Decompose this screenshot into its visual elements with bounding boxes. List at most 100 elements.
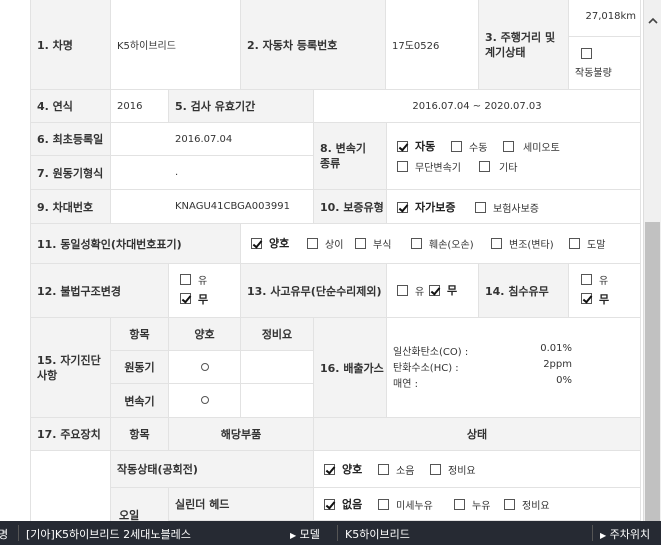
leak-minor-checkbox[interactable] — [378, 499, 389, 510]
identity-good-checkbox[interactable] — [251, 238, 262, 249]
good-mark-icon — [201, 363, 209, 371]
self-diag-transmission-repair — [241, 384, 314, 418]
warranty-options: 자가보증 보험사보증 — [387, 190, 641, 224]
mileage-value: 27,018km — [585, 11, 636, 22]
model-value: K5하이브리드 — [345, 528, 410, 541]
trans-manual-checkbox[interactable] — [451, 141, 462, 152]
motor-type-value: . — [111, 156, 314, 190]
idle-status-options: 양호 소음 정비요 — [314, 451, 641, 488]
leak-yes-label: 누유 — [472, 501, 491, 512]
bar-divider — [592, 525, 593, 541]
emission-values: 일산화탄소(CO) : 0.01% 탄화수소(HC) : 2ppm 매연 : 0… — [387, 318, 641, 418]
inspection-period-value: 2016.07.04 ~ 2020.07.03 — [314, 90, 641, 123]
self-diag-engine-repair — [241, 351, 314, 384]
trans-auto-label: 자동 — [415, 140, 436, 153]
flood-options: 유 무 — [569, 264, 641, 318]
car-name-value: K5하이브리드 — [111, 0, 241, 90]
trans-manual-label: 수동 — [469, 143, 488, 154]
scrollbar-thumb[interactable] — [645, 222, 660, 521]
trans-auto-checkbox[interactable] — [397, 141, 408, 152]
main-devices-state-header: 상태 — [314, 418, 641, 451]
self-diag-item-header: 항목 — [111, 318, 169, 351]
self-diagnosis-label: 15. 자기진단 사항 — [31, 318, 111, 418]
scroll-up-arrow-icon[interactable] — [644, 0, 661, 40]
model-year-label: 4. 연식 — [31, 90, 111, 123]
trans-cvt-checkbox[interactable] — [397, 161, 408, 172]
illegal-no-checkbox[interactable] — [180, 293, 191, 304]
warranty-insurer-checkbox[interactable] — [475, 202, 486, 213]
idle-noise-checkbox[interactable] — [378, 464, 389, 475]
reg-number-value: 17도0526 — [386, 0, 479, 90]
bar-divider — [18, 525, 19, 541]
self-diag-engine-good — [169, 351, 241, 384]
gauge-status-cell: 작동불량 — [569, 37, 641, 90]
identity-corrosion-label: 부식 — [373, 240, 392, 251]
vertical-scrollbar[interactable] — [643, 0, 661, 521]
transmission-options: 자동 수동 세미오토 무단변속기 기타 — [387, 123, 641, 190]
self-diag-repair-header: 정비요 — [241, 318, 314, 351]
leak-none-label: 없음 — [342, 498, 363, 511]
trans-semiauto-checkbox[interactable] — [503, 141, 514, 152]
identity-paint-checkbox[interactable] — [569, 238, 580, 249]
idle-repair-label: 정비요 — [448, 466, 476, 477]
leak-minor-label: 미세누유 — [396, 501, 433, 512]
warranty-self-checkbox[interactable] — [397, 202, 408, 213]
leak-repair-checkbox[interactable] — [504, 499, 515, 510]
model-label: ▶ 모델 — [290, 528, 320, 541]
identity-diff-checkbox[interactable] — [307, 238, 318, 249]
idle-repair-checkbox[interactable] — [430, 464, 441, 475]
leak-yes-checkbox[interactable] — [454, 499, 465, 510]
parking-location-label: ▶ 주차위치 — [600, 528, 651, 541]
emission-smoke-name: 매연 : — [393, 379, 418, 390]
flood-label: 14. 침수유무 — [479, 264, 569, 318]
accident-no-label: 무 — [447, 284, 458, 297]
main-devices-left-blank — [31, 451, 111, 521]
vin-label: 9. 차대번호 — [31, 190, 111, 224]
main-devices-item-header: 항목 — [111, 418, 169, 451]
flood-no-checkbox[interactable] — [581, 293, 592, 304]
accident-yes-label: 유 — [415, 287, 425, 298]
bar-divider — [337, 525, 338, 541]
identity-tamper-checkbox[interactable] — [491, 238, 502, 249]
self-diag-transmission-label: 변속기 — [111, 384, 169, 418]
caret-right-icon: ▶ — [600, 531, 607, 540]
accident-no-checkbox[interactable] — [429, 285, 440, 296]
identity-damage-checkbox[interactable] — [411, 238, 422, 249]
accident-options: 유 무 — [387, 264, 479, 318]
flood-yes-checkbox[interactable] — [581, 274, 592, 285]
caret-right-icon: ▶ — [290, 531, 297, 540]
identity-paint-label: 도말 — [587, 240, 606, 251]
first-registration-value: 2016.07.04 — [111, 123, 314, 156]
emission-smoke-value: 0% — [556, 375, 572, 386]
leak-repair-label: 정비요 — [522, 501, 550, 512]
identity-tamper-label: 변조(변타) — [509, 240, 554, 251]
emission-label: 16. 배출가스 — [314, 318, 387, 418]
bottom-info-bar: 명 [기아]K5하이브리드 2세대노블레스 ▶ 모델 K5하이브리드 ▶ 주차위… — [0, 521, 661, 545]
emission-hc-name: 탄화수소(HC) : — [393, 363, 459, 374]
model-year-value: 2016 — [111, 90, 169, 123]
trans-cvt-label: 무단변속기 — [415, 163, 461, 174]
self-diag-transmission-good — [169, 384, 241, 418]
transmission-label: 8. 변속기 종류 — [314, 123, 387, 190]
emission-hc-value: 2ppm — [543, 359, 572, 370]
identity-check-options: 양호 상이 부식 훼손(오손) 변조(변타) 도말 — [241, 224, 641, 264]
self-diag-engine-label: 원동기 — [111, 351, 169, 384]
gauge-fault-checkbox[interactable] — [581, 48, 592, 59]
vin-value: KNAGU41CBGA003991 — [111, 190, 314, 224]
trans-other-checkbox[interactable] — [479, 161, 490, 172]
bottom-left-cut-text: 명 — [0, 528, 9, 541]
trans-semiauto-label: 세미오토 — [523, 143, 560, 154]
illegal-yes-label: 유 — [198, 276, 208, 287]
accident-yes-checkbox[interactable] — [397, 285, 408, 296]
identity-damage-label: 훼손(오손) — [429, 240, 474, 251]
emission-co-name: 일산화탄소(CO) : — [393, 347, 469, 358]
illegal-modification-label: 12. 불법구조변경 — [31, 264, 169, 318]
identity-corrosion-checkbox[interactable] — [355, 238, 366, 249]
illegal-yes-checkbox[interactable] — [180, 274, 191, 285]
warranty-self-label: 자가보증 — [415, 201, 456, 214]
idle-noise-label: 소음 — [396, 466, 415, 477]
flood-no-label: 무 — [599, 293, 610, 306]
illegal-modification-options: 유 무 — [169, 264, 241, 318]
leak-none-checkbox[interactable] — [324, 499, 335, 510]
idle-good-checkbox[interactable] — [324, 464, 335, 475]
